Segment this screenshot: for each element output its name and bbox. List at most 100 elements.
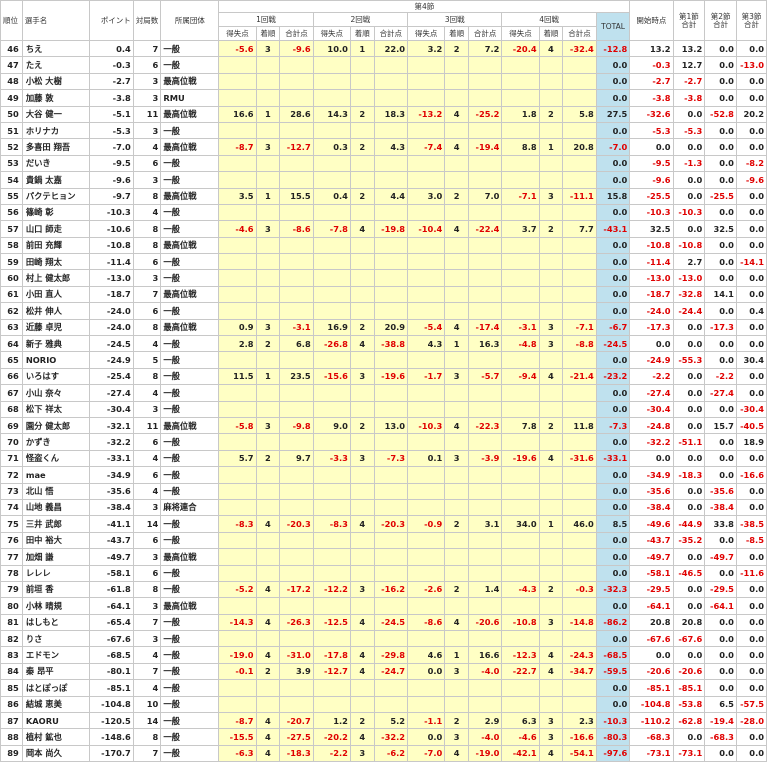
cell-r2-total: 5.2 [373,712,409,730]
cell-r2-total: -16.2 [373,580,409,599]
table-row: 70 かずき -32.2 6 一般 0.0 -32.2 -51.1 0.0 18.9 [0,433,767,451]
cell-r3-total [467,269,503,287]
cell-points: -58.1 [88,564,134,582]
cell-sec3: 0.0 [735,449,767,468]
cell-r4-total [562,384,597,402]
cell-games: 11 [132,416,162,435]
cell-org: 一般 [160,646,220,664]
cell-r3-total: 16.3 [467,335,503,353]
cell-r2-place [349,466,375,484]
cell-r4-total: -32.4 [562,39,597,58]
cell-r2-place: 2 [349,138,375,156]
cell-org: 一般 [160,220,220,238]
cell-r4-total [562,171,597,189]
cell-r1-place: 4 [255,646,281,664]
cell-r3-total: 16.6 [467,646,503,664]
cell-r2-total [373,89,409,107]
cell-r4-total [562,630,597,648]
cell-r3-score [407,531,446,550]
cell-r3-score [407,433,446,451]
cell-start: -5.3 [629,121,674,140]
cell-org: 麻将連合 [160,498,220,517]
cell-r4-total [562,121,597,140]
cell-points: -24.5 [88,335,134,353]
cell-r1-score [218,253,257,271]
cell-org: 一般 [160,695,220,714]
cell-r3-total: -4.0 [467,662,503,681]
cell-r1-score [218,630,257,648]
cell-total: 0.0 [595,466,631,484]
cell-start: -110.2 [629,712,674,730]
cell-r1-score [218,384,257,402]
cell-r3-place: 2 [444,39,469,58]
cell-r4-score [501,302,540,320]
cell-sec2: 33.8 [704,515,737,533]
cell-sec3: 0.0 [735,121,767,140]
cell-r2-score: -26.8 [312,335,351,353]
cell-r2-place: 3 [349,580,375,599]
cell-sec1: -46.5 [672,564,706,582]
cell-r3-total [467,400,503,418]
cell-start: -64.1 [629,597,674,615]
cell-total: 0.0 [595,302,631,320]
cell-r1-total: -17.2 [279,580,314,599]
cell-r4-place: 3 [538,728,564,746]
cell-start: -29.5 [629,580,674,599]
cell-rank: 57 [0,220,23,238]
cell-r2-place [349,89,375,107]
cell-r3-score [407,285,446,304]
cell-sec1: 0.0 [672,416,706,435]
cell-total: 0.0 [595,630,631,648]
cell-r3-place [444,154,469,173]
header-r3-score: 得失点 [407,26,446,41]
cell-r4-place: 3 [538,318,564,337]
table-row: 47 たえ -0.3 6 一般 0.0 -0.3 12.7 0.0 -13.0 [0,56,767,74]
cell-r4-total [562,269,597,287]
cell-r1-score: -5.8 [218,416,257,435]
cell-r4-score [501,482,540,500]
cell-points: -64.1 [88,597,134,615]
cell-r1-place: 4 [255,580,281,599]
cell-games: 7 [132,285,162,304]
cell-r2-total [373,630,409,648]
cell-r3-score: 3.0 [407,187,446,205]
cell-rank: 55 [0,187,23,205]
cell-sec3: 0.0 [735,597,767,615]
cell-r1-place [255,89,281,107]
cell-start: -73.1 [629,744,674,762]
cell-games: 5 [132,351,162,369]
cell-player-name: 加畑 謙 [21,548,90,566]
cell-r4-score [501,351,540,369]
cell-player-name: 北山 悟 [21,482,90,500]
cell-r4-score: -10.8 [501,613,540,632]
header-games: 対局数 [132,0,162,41]
header-round1: 1回戦 [218,12,314,27]
cell-sec1: -44.9 [672,515,706,533]
cell-points: -9.7 [88,187,134,205]
header-r1-total: 合計点 [279,26,314,41]
cell-sec3: 0.0 [735,89,767,107]
cell-r4-score [501,400,540,418]
cell-r3-place [444,433,469,451]
cell-r2-score [312,302,351,320]
cell-r3-score [407,384,446,402]
cell-r2-score: -8.3 [312,515,351,533]
cell-sec1: 0.0 [672,367,706,386]
cell-r1-place [255,285,281,304]
cell-r3-place: 4 [444,318,469,337]
cell-sec3: 0.0 [735,384,767,402]
cell-games: 4 [132,646,162,664]
cell-org: 一般 [160,630,220,648]
cell-sec3: 18.9 [735,433,767,451]
header-name: 選手名 [21,0,90,41]
cell-sec2: 0.0 [704,351,737,369]
cell-player-name: りさ [21,630,90,648]
cell-r3-total [467,351,503,369]
table-row: 61 小田 直人 -18.7 7 最高位戦 0.0 -18.7 -32.8 14.1 0.0 [0,285,767,304]
cell-r4-total: -8.8 [562,335,597,353]
cell-r3-score [407,302,446,320]
cell-rank: 52 [0,138,23,156]
cell-r4-total [562,564,597,582]
cell-games: 8 [132,236,162,255]
cell-player-name: ちえ [21,39,90,58]
